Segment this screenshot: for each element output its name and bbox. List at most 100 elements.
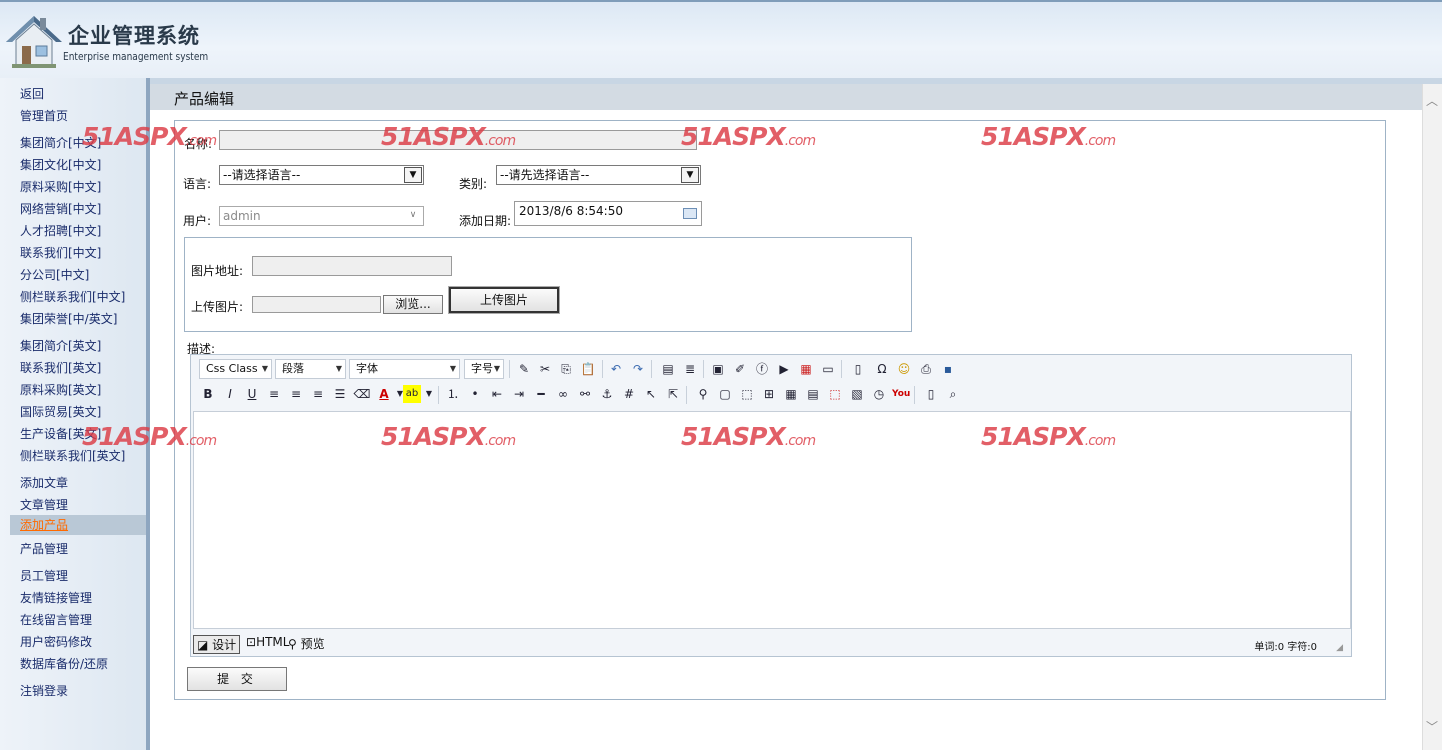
vertical-scrollbar[interactable]	[1422, 84, 1442, 750]
font-size-dropdown[interactable]: 字号 ▼	[464, 359, 504, 379]
layer-icon[interactable]: ⊞	[760, 385, 778, 403]
preview-zoom-icon[interactable]: ⌕	[944, 385, 962, 403]
select-all-icon[interactable]: ⇱	[664, 385, 682, 403]
bold-icon[interactable]: B	[199, 385, 217, 403]
outdent-icon[interactable]: ⇤	[488, 385, 506, 403]
nav-logout[interactable]: 注销登录	[20, 682, 68, 699]
table-grid-icon[interactable]: #	[620, 385, 638, 403]
copy-icon[interactable]: ⎘	[557, 360, 575, 378]
nav-product-manage[interactable]: 产品管理	[20, 540, 68, 557]
new-page-icon[interactable]: ▯	[922, 385, 940, 403]
paste-text-icon[interactable]: ≣	[681, 360, 699, 378]
date-insert-icon[interactable]: ▧	[848, 385, 866, 403]
nav-add-article[interactable]: 添加文章	[20, 474, 68, 491]
align-right-icon[interactable]: ≡	[309, 385, 327, 403]
unlink-icon[interactable]: ⚯	[576, 385, 594, 403]
select-cursor-icon[interactable]: ↖	[642, 385, 660, 403]
nav-recruitment-cn[interactable]: 人才招聘[中文]	[20, 222, 101, 239]
align-left-icon[interactable]: ≡	[265, 385, 283, 403]
nav-article-manage[interactable]: 文章管理	[20, 496, 68, 513]
nav-branch-cn[interactable]: 分公司[中文]	[20, 266, 89, 283]
italic-icon[interactable]: I	[221, 385, 239, 403]
form-icon[interactable]: ▢	[716, 385, 734, 403]
nav-db-backup[interactable]: 数据库备份/还原	[20, 655, 108, 672]
paste-word-icon[interactable]: ▤	[659, 360, 677, 378]
image-url-input[interactable]	[252, 256, 452, 276]
resize-grip-icon[interactable]: ◢	[1336, 643, 1343, 653]
nav-group-intro-en[interactable]: 集团简介[英文]	[20, 337, 101, 354]
ordered-list-icon[interactable]: ⒈	[444, 385, 462, 403]
editor-content-area[interactable]	[193, 411, 1351, 629]
cut-icon[interactable]: ✂	[536, 360, 554, 378]
upload-image-button[interactable]: 上传图片	[448, 286, 560, 314]
template-icon[interactable]: ▭	[819, 360, 837, 378]
table-props-icon[interactable]: ▤	[804, 385, 822, 403]
anchor-icon[interactable]: ⚓	[598, 385, 616, 403]
justify-icon[interactable]: ☰	[331, 385, 349, 403]
pdf-icon[interactable]: ▦	[797, 360, 815, 378]
preview-tab[interactable]: ⚲ 预览	[288, 635, 325, 652]
nav-honors[interactable]: 集团荣誉[中/英文]	[20, 310, 117, 327]
media-icon[interactable]: ▶	[775, 360, 793, 378]
category-select[interactable]: --请先选择语言-- ▼	[496, 165, 701, 185]
scroll-down-icon[interactable]: ﹀	[1426, 718, 1438, 735]
font-dropdown[interactable]: 字体 ▼	[349, 359, 460, 379]
image-editor-icon[interactable]: ✐	[731, 360, 749, 378]
nav-side-contact-en[interactable]: 侧栏联系我们[英文]	[20, 447, 125, 464]
div-box-icon[interactable]: ⬚	[738, 385, 756, 403]
undo-icon[interactable]: ↶	[607, 360, 625, 378]
nav-password[interactable]: 用户密码修改	[20, 633, 92, 650]
submit-button[interactable]: 提 交	[187, 667, 287, 691]
save-icon[interactable]: ▪	[939, 360, 957, 378]
underline-icon[interactable]: U	[243, 385, 261, 403]
html-tab[interactable]: ⊡HTML	[246, 635, 289, 649]
file-path-input[interactable]	[252, 296, 381, 313]
name-input[interactable]	[219, 130, 697, 150]
nav-equipment-en[interactable]: 生产设备[英文]	[20, 425, 101, 442]
nav-group-culture-cn[interactable]: 集团文化[中文]	[20, 156, 101, 173]
nav-contact-cn[interactable]: 联系我们[中文]	[20, 244, 101, 261]
frame-icon[interactable]: ⬚	[826, 385, 844, 403]
nav-trade-en[interactable]: 国际贸易[英文]	[20, 403, 101, 420]
nav-staff-manage[interactable]: 员工管理	[20, 567, 68, 584]
emoticon-icon[interactable]: ☺	[895, 360, 913, 378]
language-select[interactable]: --请选择语言-- ▼	[219, 165, 424, 185]
paragraph-dropdown[interactable]: 段落 ▼	[275, 359, 346, 379]
align-center-icon[interactable]: ≡	[287, 385, 305, 403]
horizontal-rule-icon[interactable]: ━	[532, 385, 550, 403]
special-char-icon[interactable]: Ω	[873, 360, 891, 378]
bullet-list-icon[interactable]: •	[466, 385, 484, 403]
eraser-icon[interactable]: ⌫	[353, 385, 371, 403]
browse-button[interactable]: 浏览...	[383, 295, 443, 314]
insert-table-icon[interactable]: ▦	[782, 385, 800, 403]
nav-side-contact-cn[interactable]: 侧栏联系我们[中文]	[20, 288, 125, 305]
time-icon[interactable]: ◷	[870, 385, 888, 403]
scroll-up-icon[interactable]: ︿	[1426, 92, 1438, 109]
nav-purchasing-en[interactable]: 原料采购[英文]	[20, 381, 101, 398]
nav-links-manage[interactable]: 友情链接管理	[20, 589, 92, 606]
nav-group-intro-cn[interactable]: 集团简介[中文]	[20, 134, 101, 151]
calendar-icon[interactable]	[683, 208, 697, 219]
nav-contact-en[interactable]: 联系我们[英文]	[20, 359, 101, 376]
dropdown-arrow-icon[interactable]: ▼	[420, 385, 438, 403]
redo-icon[interactable]: ↷	[629, 360, 647, 378]
flash-icon[interactable]: ⓕ	[753, 360, 771, 378]
design-tab[interactable]: ◪ 设计	[193, 635, 241, 654]
date-input[interactable]: 2013/8/6 8:54:50	[514, 201, 702, 226]
document-icon[interactable]: ▯	[849, 360, 867, 378]
insert-image-icon[interactable]: ▣	[709, 360, 727, 378]
nav-add-product[interactable]: 添加产品	[10, 515, 146, 535]
nav-admin-home[interactable]: 管理首页	[20, 107, 68, 124]
youtube-icon[interactable]: You	[892, 385, 910, 403]
nav-purchasing-cn[interactable]: 原料采购[中文]	[20, 178, 101, 195]
paste-icon[interactable]: 📋	[579, 360, 597, 378]
nav-back[interactable]: 返回	[20, 85, 44, 102]
link-icon[interactable]: ∞	[554, 385, 572, 403]
format-brush-icon[interactable]: ✎	[515, 360, 533, 378]
indent-icon[interactable]: ⇥	[510, 385, 528, 403]
highlight-icon[interactable]: ab	[403, 385, 421, 403]
nav-messages-manage[interactable]: 在线留言管理	[20, 611, 92, 628]
find-icon[interactable]: ⚲	[694, 385, 712, 403]
nav-marketing-cn[interactable]: 网络营销[中文]	[20, 200, 101, 217]
print-icon[interactable]: ⎙	[917, 360, 935, 378]
